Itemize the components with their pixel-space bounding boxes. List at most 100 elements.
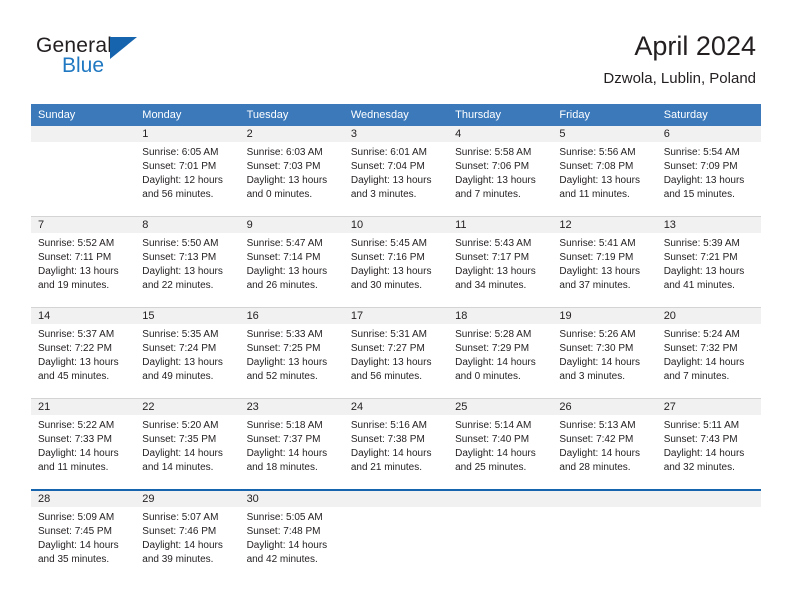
day-info: Sunrise: 5:13 AM Sunset: 7:42 PM Dayligh… <box>559 419 649 475</box>
sunset-text: Sunset: 7:45 PM <box>38 526 112 537</box>
day-cell[interactable]: 20 Sunrise: 5:24 AM Sunset: 7:32 PM Dayl… <box>657 308 761 398</box>
sunset-text: Sunset: 7:01 PM <box>142 161 217 172</box>
day-cell[interactable]: 18 Sunrise: 5:28 AM Sunset: 7:29 PM Dayl… <box>448 308 552 398</box>
daylight-text-line2: and 56 minutes. <box>350 371 423 382</box>
day-info: Sunrise: 5:14 AM Sunset: 7:40 PM Dayligh… <box>455 419 545 475</box>
day-number: 30 <box>246 493 259 505</box>
daylight-text-line1: Daylight: 13 hours <box>350 357 432 368</box>
day-cell[interactable]: 14 Sunrise: 5:37 AM Sunset: 7:22 PM Dayl… <box>31 308 135 398</box>
day-cell[interactable]: 29 Sunrise: 5:07 AM Sunset: 7:46 PM Dayl… <box>135 491 239 581</box>
daylight-text-line1: Daylight: 13 hours <box>663 175 745 186</box>
day-cell[interactable]: 8 Sunrise: 5:50 AM Sunset: 7:13 PM Dayli… <box>135 217 239 307</box>
day-cell[interactable]: 11 Sunrise: 5:43 AM Sunset: 7:17 PM Dayl… <box>448 217 552 307</box>
daylight-text-line2: and 32 minutes. <box>663 462 735 473</box>
sunset-text: Sunset: 7:17 PM <box>455 252 530 263</box>
day-number: 8 <box>142 219 149 231</box>
day-number: 14 <box>38 310 51 322</box>
sunset-text: Sunset: 7:24 PM <box>142 343 217 354</box>
day-cell[interactable]: 16 Sunrise: 5:33 AM Sunset: 7:25 PM Dayl… <box>240 308 344 398</box>
day-info: Sunrise: 6:01 AM Sunset: 7:04 PM Dayligh… <box>351 146 441 202</box>
sunrise-text: Sunrise: 5:26 AM <box>559 329 636 340</box>
weekday-header-monday: Monday <box>142 109 182 121</box>
day-number: 18 <box>455 310 468 322</box>
day-cell[interactable]: 4 Sunrise: 5:58 AM Sunset: 7:06 PM Dayli… <box>448 126 552 216</box>
day-cell[interactable]: 22 Sunrise: 5:20 AM Sunset: 7:35 PM Dayl… <box>135 399 239 489</box>
sunrise-text: Sunrise: 5:11 AM <box>663 420 740 431</box>
day-cell[interactable]: 1 Sunrise: 6:05 AM Sunset: 7:01 PM Dayli… <box>135 126 239 216</box>
daylight-text-line1: Daylight: 14 hours <box>559 357 641 368</box>
sunrise-text: Sunrise: 6:05 AM <box>142 147 219 158</box>
daylight-text-line2: and 3 minutes. <box>350 189 417 200</box>
day-cell[interactable]: 12 Sunrise: 5:41 AM Sunset: 7:19 PM Dayl… <box>552 217 656 307</box>
calendar-grid: Sunday Monday Tuesday Wednesday Thursday… <box>31 104 761 581</box>
week-row: 1 Sunrise: 6:05 AM Sunset: 7:01 PM Dayli… <box>31 126 761 216</box>
sunrise-text: Sunrise: 5:16 AM <box>350 420 427 431</box>
day-cell[interactable]: 3 Sunrise: 6:01 AM Sunset: 7:04 PM Dayli… <box>344 126 448 216</box>
day-cell[interactable]: 25 Sunrise: 5:14 AM Sunset: 7:40 PM Dayl… <box>448 399 552 489</box>
daylight-text-line1: Daylight: 14 hours <box>246 448 328 459</box>
day-number: 3 <box>350 128 357 140</box>
day-number: 16 <box>246 310 259 322</box>
day-cell[interactable] <box>657 491 761 581</box>
general-blue-logo[interactable]: General Blue <box>36 34 216 90</box>
day-cell[interactable]: 27 Sunrise: 5:11 AM Sunset: 7:43 PM Dayl… <box>657 399 761 489</box>
day-cell[interactable]: 10 Sunrise: 5:45 AM Sunset: 7:16 PM Dayl… <box>344 217 448 307</box>
day-cell[interactable]: 21 Sunrise: 5:22 AM Sunset: 7:33 PM Dayl… <box>31 399 135 489</box>
day-number: 23 <box>246 401 259 413</box>
sunset-text: Sunset: 7:09 PM <box>663 161 738 172</box>
day-cell[interactable] <box>344 491 448 581</box>
daylight-text-line1: Daylight: 13 hours <box>142 266 223 277</box>
day-cell[interactable]: 17 Sunrise: 5:31 AM Sunset: 7:27 PM Dayl… <box>344 308 448 398</box>
day-cell[interactable] <box>448 491 552 581</box>
day-number: 20 <box>663 310 676 322</box>
daylight-text-line2: and 11 minutes. <box>38 462 109 473</box>
sunset-text: Sunset: 7:38 PM <box>350 434 425 445</box>
day-number: 15 <box>142 310 155 322</box>
day-number: 29 <box>142 493 155 505</box>
daylight-text-line1: Daylight: 13 hours <box>246 357 328 368</box>
daylight-text-line1: Daylight: 13 hours <box>559 175 641 186</box>
day-number: 25 <box>455 401 468 413</box>
sunset-text: Sunset: 7:13 PM <box>142 252 217 263</box>
day-cell[interactable]: 15 Sunrise: 5:35 AM Sunset: 7:24 PM Dayl… <box>135 308 239 398</box>
daylight-text-line1: Daylight: 13 hours <box>559 266 641 277</box>
sunrise-text: Sunrise: 5:58 AM <box>455 147 532 158</box>
day-cell[interactable]: 26 Sunrise: 5:13 AM Sunset: 7:42 PM Dayl… <box>552 399 656 489</box>
daylight-text-line1: Daylight: 13 hours <box>350 175 432 186</box>
day-cell[interactable]: 7 Sunrise: 5:52 AM Sunset: 7:11 PM Dayli… <box>31 217 135 307</box>
day-cell[interactable]: 5 Sunrise: 5:56 AM Sunset: 7:08 PM Dayli… <box>552 126 656 216</box>
day-cell[interactable]: 24 Sunrise: 5:16 AM Sunset: 7:38 PM Dayl… <box>344 399 448 489</box>
sunrise-text: Sunrise: 5:54 AM <box>663 147 740 158</box>
daylight-text-line2: and 41 minutes. <box>663 280 735 291</box>
day-cell[interactable]: 9 Sunrise: 5:47 AM Sunset: 7:14 PM Dayli… <box>240 217 344 307</box>
day-info: Sunrise: 5:26 AM Sunset: 7:30 PM Dayligh… <box>559 328 649 384</box>
day-cell[interactable]: 28 Sunrise: 5:09 AM Sunset: 7:45 PM Dayl… <box>31 491 135 581</box>
daylight-text-line1: Daylight: 13 hours <box>246 175 328 186</box>
daylight-text-line2: and 39 minutes. <box>142 554 214 565</box>
daylight-text-line1: Daylight: 14 hours <box>663 448 745 459</box>
sunrise-text: Sunrise: 5:41 AM <box>559 238 636 249</box>
day-cell[interactable]: 30 Sunrise: 5:05 AM Sunset: 7:48 PM Dayl… <box>240 491 344 581</box>
calendar-page: General Blue April 2024 Dzwola, Lublin, … <box>0 0 792 612</box>
day-cell[interactable]: 6 Sunrise: 5:54 AM Sunset: 7:09 PM Dayli… <box>657 126 761 216</box>
sunrise-text: Sunrise: 5:43 AM <box>455 238 532 249</box>
sunrise-text: Sunrise: 5:22 AM <box>38 420 115 431</box>
day-cell[interactable] <box>552 491 656 581</box>
sunrise-text: Sunrise: 5:39 AM <box>663 238 740 249</box>
daylight-text-line1: Daylight: 14 hours <box>142 540 223 551</box>
day-cell[interactable]: 19 Sunrise: 5:26 AM Sunset: 7:30 PM Dayl… <box>552 308 656 398</box>
daylight-text-line2: and 45 minutes. <box>38 371 110 382</box>
sunset-text: Sunset: 7:29 PM <box>455 343 530 354</box>
week-row: 21 Sunrise: 5:22 AM Sunset: 7:33 PM Dayl… <box>31 398 761 489</box>
sunset-text: Sunset: 7:04 PM <box>350 161 425 172</box>
daylight-text-line1: Daylight: 14 hours <box>455 357 536 368</box>
week-row: 7 Sunrise: 5:52 AM Sunset: 7:11 PM Dayli… <box>31 216 761 307</box>
sunset-text: Sunset: 7:35 PM <box>142 434 217 445</box>
day-cell[interactable] <box>31 126 135 216</box>
day-cell[interactable]: 23 Sunrise: 5:18 AM Sunset: 7:37 PM Dayl… <box>240 399 344 489</box>
day-cell[interactable]: 13 Sunrise: 5:39 AM Sunset: 7:21 PM Dayl… <box>657 217 761 307</box>
sunrise-text: Sunrise: 5:33 AM <box>246 329 323 340</box>
day-cell[interactable]: 2 Sunrise: 6:03 AM Sunset: 7:03 PM Dayli… <box>240 126 344 216</box>
sunrise-text: Sunrise: 6:03 AM <box>246 147 323 158</box>
sunrise-text: Sunrise: 5:05 AM <box>246 512 323 523</box>
